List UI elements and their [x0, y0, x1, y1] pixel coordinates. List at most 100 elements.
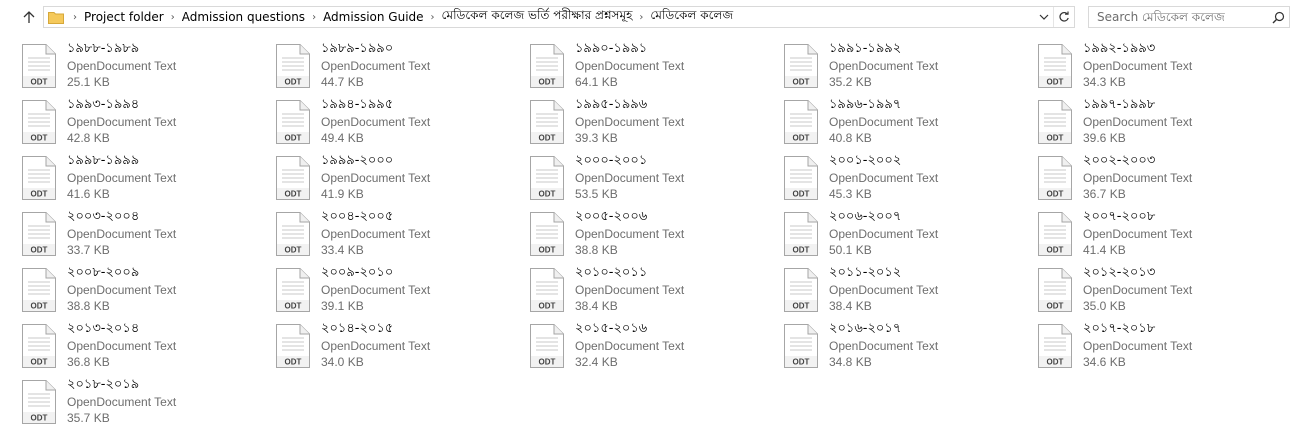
address-bar[interactable]: › Project folder › Admission questions ›… [43, 6, 1075, 28]
file-item[interactable]: ODT ২০০৩-২০০৪ OpenDocument Text 33.7 KB [18, 208, 272, 264]
file-name: ১৯৮৯-১৯৯০ [321, 41, 394, 56]
up-button[interactable] [18, 6, 40, 28]
chevron-down-icon [1039, 14, 1049, 20]
file-name: ১৯৯৩-১৯৯৪ [67, 97, 140, 112]
breadcrumb-project-folder[interactable]: Project folder [84, 10, 164, 24]
file-type-badge: ODT [793, 358, 810, 367]
file-item[interactable]: ODT ২০১৫-২০১৬ OpenDocument Text 32.4 KB [526, 320, 780, 376]
file-type-badge: ODT [285, 134, 302, 143]
file-type: OpenDocument Text [1083, 283, 1193, 297]
file-name: ২০১৬-২০১৭ [829, 321, 902, 336]
odt-file-icon: ODT [530, 100, 564, 144]
file-item[interactable]: ODT ২০০৮-২০০৯ OpenDocument Text 38.8 KB [18, 264, 272, 320]
chevron-right-icon: › [430, 11, 435, 23]
file-type: OpenDocument Text [321, 59, 431, 73]
file-type-badge: ODT [31, 78, 48, 87]
file-name: ২০০৭-২০০৮ [1083, 209, 1156, 224]
file-size: 35.0 KB [1083, 299, 1126, 313]
search-input[interactable] [1089, 9, 1267, 25]
file-item[interactable]: ODT ২০১৭-২০১৮ OpenDocument Text 34.6 KB [1034, 320, 1288, 376]
file-name: ২০০২-২০০৩ [1083, 153, 1156, 168]
file-item[interactable]: ODT ১৯৯০-১৯৯১ OpenDocument Text 64.1 KB [526, 40, 780, 96]
file-item[interactable]: ODT ২০১২-২০১৩ OpenDocument Text 35.0 KB [1034, 264, 1288, 320]
file-item[interactable]: ODT ২০০১-২০০২ OpenDocument Text 45.3 KB [780, 152, 1034, 208]
breadcrumb-question-sets[interactable]: মেডিকেল কলেজ ভর্তি পরীক্ষার প্রশ্নসমূহ [442, 7, 633, 27]
file-name: ১৯৯২-১৯৯৩ [1083, 41, 1156, 56]
file-type-badge: ODT [539, 190, 556, 199]
file-type-badge: ODT [285, 302, 302, 311]
file-size: 53.5 KB [575, 187, 618, 201]
folder-icon [48, 11, 64, 24]
file-type-badge: ODT [31, 134, 48, 143]
file-name: ২০০৩-২০০৪ [67, 209, 140, 224]
odt-file-icon: ODT [22, 324, 56, 368]
file-item[interactable]: ODT ১৯৯৯-২০০০ OpenDocument Text 41.9 KB [272, 152, 526, 208]
file-item[interactable]: ODT ১৯৯৩-১৯৯৪ OpenDocument Text 42.8 KB [18, 96, 272, 152]
file-name: ২০০৬-২০০৭ [829, 209, 902, 224]
file-item[interactable]: ODT ১৯৯৬-১৯৯৭ OpenDocument Text 40.8 KB [780, 96, 1034, 152]
file-type-badge: ODT [1047, 78, 1064, 87]
odt-file-icon: ODT [1038, 268, 1072, 312]
file-item[interactable]: ODT ২০১৩-২০১৪ OpenDocument Text 36.8 KB [18, 320, 272, 376]
odt-file-icon: ODT [276, 268, 310, 312]
breadcrumb-medical-college[interactable]: মেডিকেল কলেজ [650, 7, 733, 27]
file-item[interactable]: ODT ২০০০-২০০১ OpenDocument Text 53.5 KB [526, 152, 780, 208]
file-item[interactable]: ODT ২০০৯-২০১০ OpenDocument Text 39.1 KB [272, 264, 526, 320]
file-name: ২০১৮-২০১৯ [67, 377, 140, 392]
file-item[interactable]: ODT ২০১৪-২০১৫ OpenDocument Text 34.0 KB [272, 320, 526, 376]
breadcrumb-admission-questions[interactable]: Admission questions [182, 10, 305, 24]
chevron-right-icon: › [312, 11, 317, 23]
file-item[interactable]: ODT ২০০৬-২০০৭ OpenDocument Text 50.1 KB [780, 208, 1034, 264]
file-type: OpenDocument Text [575, 59, 685, 73]
odt-file-icon: ODT [22, 100, 56, 144]
refresh-button[interactable] [1053, 7, 1074, 27]
address-history-dropdown[interactable] [1035, 12, 1053, 22]
odt-file-icon: ODT [784, 156, 818, 200]
file-item[interactable]: ODT ১৯৯৮-১৯৯৯ OpenDocument Text 41.6 KB [18, 152, 272, 208]
file-size: 41.4 KB [1083, 243, 1126, 257]
file-size: 39.1 KB [321, 299, 364, 313]
file-item[interactable]: ODT ১৯৮৮-১৯৮৯ OpenDocument Text 25.1 KB [18, 40, 272, 96]
file-type-badge: ODT [1047, 246, 1064, 255]
file-size: 50.1 KB [829, 243, 872, 257]
file-type-badge: ODT [31, 190, 48, 199]
odt-file-icon: ODT [530, 268, 564, 312]
file-size: 34.0 KB [321, 355, 364, 369]
file-item[interactable]: ODT ২০১৮-২০১৯ OpenDocument Text 35.7 KB [18, 376, 272, 432]
file-type: OpenDocument Text [321, 339, 431, 353]
file-item[interactable]: ODT ২০০৪-২০০৫ OpenDocument Text 33.4 KB [272, 208, 526, 264]
file-name: ২০১৭-২০১৮ [1083, 321, 1156, 336]
file-name: ২০১৪-২০১৫ [321, 321, 394, 336]
file-item[interactable]: ODT ১৯৯১-১৯৯২ OpenDocument Text 35.2 KB [780, 40, 1034, 96]
file-size: 32.4 KB [575, 355, 618, 369]
file-item[interactable]: ODT ২০০২-২০০৩ OpenDocument Text 36.7 KB [1034, 152, 1288, 208]
file-name: ২০১১-২০১২ [829, 265, 902, 280]
file-size: 45.3 KB [829, 187, 872, 201]
breadcrumb-admission-guide[interactable]: Admission Guide [323, 10, 423, 24]
file-type: OpenDocument Text [67, 283, 177, 297]
file-type: OpenDocument Text [67, 115, 177, 129]
file-size: 35.2 KB [829, 75, 872, 89]
file-size: 25.1 KB [67, 75, 110, 89]
file-type-badge: ODT [31, 414, 48, 423]
file-size: 36.7 KB [1083, 187, 1126, 201]
file-item[interactable]: ODT ১৯৮৯-১৯৯০ OpenDocument Text 44.7 KB [272, 40, 526, 96]
file-item[interactable]: ODT ১৯৯২-১৯৯৩ OpenDocument Text 34.3 KB [1034, 40, 1288, 96]
search-button[interactable] [1267, 11, 1289, 24]
file-type: OpenDocument Text [1083, 227, 1193, 241]
file-item[interactable]: ODT ২০১০-২০১১ OpenDocument Text 38.4 KB [526, 264, 780, 320]
address-controls [1035, 7, 1074, 27]
file-item[interactable]: ODT ২০১১-২০১২ OpenDocument Text 38.4 KB [780, 264, 1034, 320]
file-item[interactable]: ODT ১৯৯৫-১৯৯৬ OpenDocument Text 39.3 KB [526, 96, 780, 152]
file-item[interactable]: ODT ২০১৬-২০১৭ OpenDocument Text 34.8 KB [780, 320, 1034, 376]
odt-file-icon: ODT [784, 212, 818, 256]
file-size: 49.4 KB [321, 131, 364, 145]
file-item[interactable]: ODT ১৯৯৪-১৯৯৫ OpenDocument Text 49.4 KB [272, 96, 526, 152]
file-item[interactable]: ODT ১৯৯৭-১৯৯৮ OpenDocument Text 39.6 KB [1034, 96, 1288, 152]
file-item[interactable]: ODT ২০০৫-২০০৬ OpenDocument Text 38.8 KB [526, 208, 780, 264]
file-size: 34.8 KB [829, 355, 872, 369]
file-item[interactable]: ODT ২০০৭-২০০৮ OpenDocument Text 41.4 KB [1034, 208, 1288, 264]
file-type-badge: ODT [1047, 134, 1064, 143]
odt-file-icon: ODT [276, 324, 310, 368]
file-type: OpenDocument Text [829, 339, 939, 353]
